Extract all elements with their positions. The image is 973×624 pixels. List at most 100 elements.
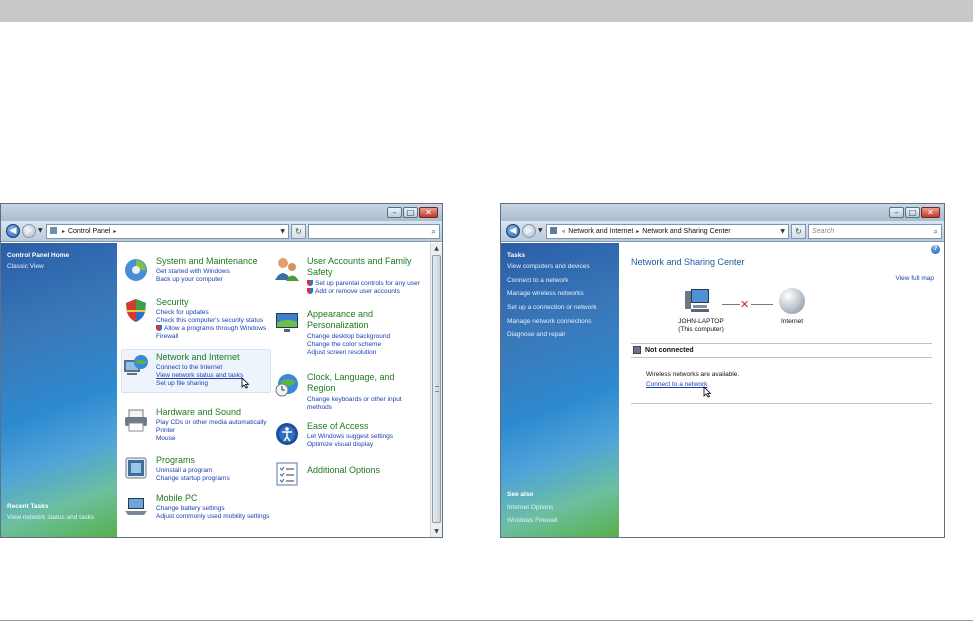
refresh-button[interactable]: ↻ xyxy=(791,224,806,239)
category-title[interactable]: Appearance and Personalization xyxy=(307,309,417,331)
link-view-network-status[interactable]: View network status and tasks xyxy=(156,372,243,380)
divider xyxy=(631,403,932,404)
task-diagnose-repair[interactable]: Diagnose and repair xyxy=(507,331,566,338)
close-button[interactable]: ✕ xyxy=(419,207,438,218)
title-bar[interactable]: – □ ✕ xyxy=(501,204,944,221)
disconnected-x-icon[interactable]: ✕ xyxy=(740,298,749,311)
minimize-button[interactable]: – xyxy=(387,207,402,218)
task-connect-network[interactable]: Connect to a network xyxy=(507,277,568,284)
back-button[interactable]: ◀ xyxy=(506,224,520,238)
address-bar[interactable]: ▸ Control Panel ▸ ▼ xyxy=(46,224,289,239)
category-title[interactable]: System and Maintenance xyxy=(156,256,258,267)
link-connect-internet[interactable]: Connect to the Internet xyxy=(156,364,222,372)
see-also-windows-firewall[interactable]: Windows Firewall xyxy=(507,517,558,524)
link-mobility[interactable]: Adjust commonly used mobility settings xyxy=(156,513,271,521)
search-placeholder: Search xyxy=(812,228,835,235)
search-icon[interactable]: ⌕ xyxy=(432,225,436,238)
view-full-map-link[interactable]: View full map xyxy=(895,275,934,282)
link-color-scheme[interactable]: Change the color scheme xyxy=(307,341,381,349)
sidebar-item-control-panel-home[interactable]: Control Panel Home xyxy=(7,252,69,259)
category-additional-options: Additional Options xyxy=(274,461,424,489)
category-title[interactable]: User Accounts and Family Safety xyxy=(307,256,422,278)
see-also-internet-options[interactable]: Internet Options xyxy=(507,504,553,511)
category-title[interactable]: Additional Options xyxy=(307,465,380,476)
internet-globe-icon xyxy=(779,288,805,314)
navigation-bar: ◀ ▶ ▼ «Network and Internet ▸ Network and … xyxy=(501,221,944,242)
task-manage-connections[interactable]: Manage network connections xyxy=(507,318,592,325)
address-bar[interactable]: «Network and Internet ▸ Network and Sharin… xyxy=(546,224,789,239)
category-title[interactable]: Security xyxy=(156,297,189,308)
help-icon[interactable]: ? xyxy=(931,245,940,254)
scroll-up-arrow[interactable]: ▲ xyxy=(432,244,441,253)
search-input[interactable]: ⌕ xyxy=(308,224,440,239)
category-title[interactable]: Network and Internet xyxy=(156,352,240,363)
laptop-icon xyxy=(125,498,147,515)
network-adapter-icon xyxy=(633,346,641,354)
network-center-content: ? Network and Sharing Center View full m… xyxy=(619,243,944,537)
recent-pages-dropdown[interactable]: ▼ xyxy=(38,227,43,234)
title-bar[interactable]: – □ ✕ xyxy=(1,204,442,221)
link-get-started[interactable]: Get started with Windows xyxy=(156,268,230,276)
wireless-available-message: Wireless networks are available. xyxy=(646,371,740,378)
task-setup-connection[interactable]: Set up a connection or network xyxy=(507,304,597,311)
link-printer[interactable]: Printer xyxy=(156,427,175,435)
chevron-down-icon[interactable]: ▼ xyxy=(780,225,785,238)
link-autoplay[interactable]: Play CDs or other media automatically xyxy=(156,419,267,427)
link-desktop-background[interactable]: Change desktop background xyxy=(307,333,390,341)
back-button[interactable]: ◀ xyxy=(6,224,20,238)
search-input[interactable]: Search ⌕ xyxy=(808,224,942,239)
network-folder-icon xyxy=(550,227,557,234)
task-view-computers[interactable]: View computers and devices xyxy=(507,263,590,270)
task-manage-wireless[interactable]: Manage wireless networks xyxy=(507,290,584,297)
category-clock-language: Clock, Language, and Region Change keybo… xyxy=(274,372,424,416)
category-title[interactable]: Ease of Access xyxy=(307,421,369,432)
refresh-button[interactable]: ↻ xyxy=(291,224,306,239)
maximize-button[interactable]: □ xyxy=(403,207,418,218)
search-icon[interactable]: ⌕ xyxy=(934,225,938,238)
category-title[interactable]: Programs xyxy=(156,455,195,466)
link-firewall[interactable]: Allow a programs through Windows Firewal… xyxy=(156,325,270,341)
link-file-sharing[interactable]: Set up file sharing xyxy=(156,380,208,388)
recent-pages-dropdown[interactable]: ▼ xyxy=(538,227,543,234)
users-icon xyxy=(275,258,299,281)
link-suggest-settings[interactable]: Let Windows suggest settings xyxy=(307,433,393,441)
category-title[interactable]: Clock, Language, and Region xyxy=(307,372,417,394)
breadcrumb-control-panel[interactable]: Control Panel xyxy=(68,228,110,235)
vertical-scrollbar[interactable]: ▲ ▼ xyxy=(430,243,442,537)
minimize-button[interactable]: – xyxy=(889,207,904,218)
category-title[interactable]: Hardware and Sound xyxy=(156,407,241,418)
chevron-down-icon[interactable]: ▼ xyxy=(280,225,285,238)
page-title: Network and Sharing Center xyxy=(631,257,745,267)
link-optimize-display[interactable]: Optimize visual display xyxy=(307,441,373,449)
sidebar-item-classic-view[interactable]: Classic View xyxy=(7,263,44,270)
link-startup[interactable]: Change startup programs xyxy=(156,475,230,483)
category-programs: Programs Uninstall a program Change star… xyxy=(123,455,273,487)
network-sharing-window: – □ ✕ ◀ ▶ ▼ «Network and Internet ▸ Networ… xyxy=(500,203,945,538)
link-security-status[interactable]: Check this computer's security status xyxy=(156,317,263,325)
link-parental-controls[interactable]: Set up parental controls for any user xyxy=(307,280,420,288)
link-keyboards[interactable]: Change keyboards or other input methods xyxy=(307,396,425,412)
divider xyxy=(631,343,932,344)
breadcrumb-network-internet[interactable]: Network and Internet xyxy=(568,228,633,235)
forward-button[interactable]: ▶ xyxy=(522,224,536,238)
sidebar: Tasks View computers and devices Connect… xyxy=(501,243,619,537)
link-battery[interactable]: Change battery settings xyxy=(156,505,225,513)
scroll-down-arrow[interactable]: ▼ xyxy=(432,527,441,536)
close-button[interactable]: ✕ xyxy=(921,207,940,218)
recent-task-link[interactable]: View network status and tasks xyxy=(7,514,94,521)
link-uninstall[interactable]: Uninstall a program xyxy=(156,467,212,475)
maximize-button[interactable]: □ xyxy=(905,207,920,218)
link-back-up[interactable]: Back up your computer xyxy=(156,276,223,284)
breadcrumb-network-sharing[interactable]: Network and Sharing Center xyxy=(642,228,730,235)
link-check-updates[interactable]: Check for updates xyxy=(156,309,209,317)
tasks-header: Tasks xyxy=(507,252,525,259)
link-screen-resolution[interactable]: Adjust screen resolution xyxy=(307,349,376,357)
scroll-thumb[interactable] xyxy=(432,255,441,523)
category-title[interactable]: Mobile PC xyxy=(156,493,198,504)
link-user-accounts[interactable]: Add or remove user accounts xyxy=(307,288,400,296)
connect-to-network-link[interactable]: Connect to a network xyxy=(646,381,707,388)
uac-shield-icon xyxy=(156,325,162,331)
forward-button[interactable]: ▶ xyxy=(22,224,36,238)
connection-line xyxy=(751,304,773,305)
link-mouse[interactable]: Mouse xyxy=(156,435,176,443)
